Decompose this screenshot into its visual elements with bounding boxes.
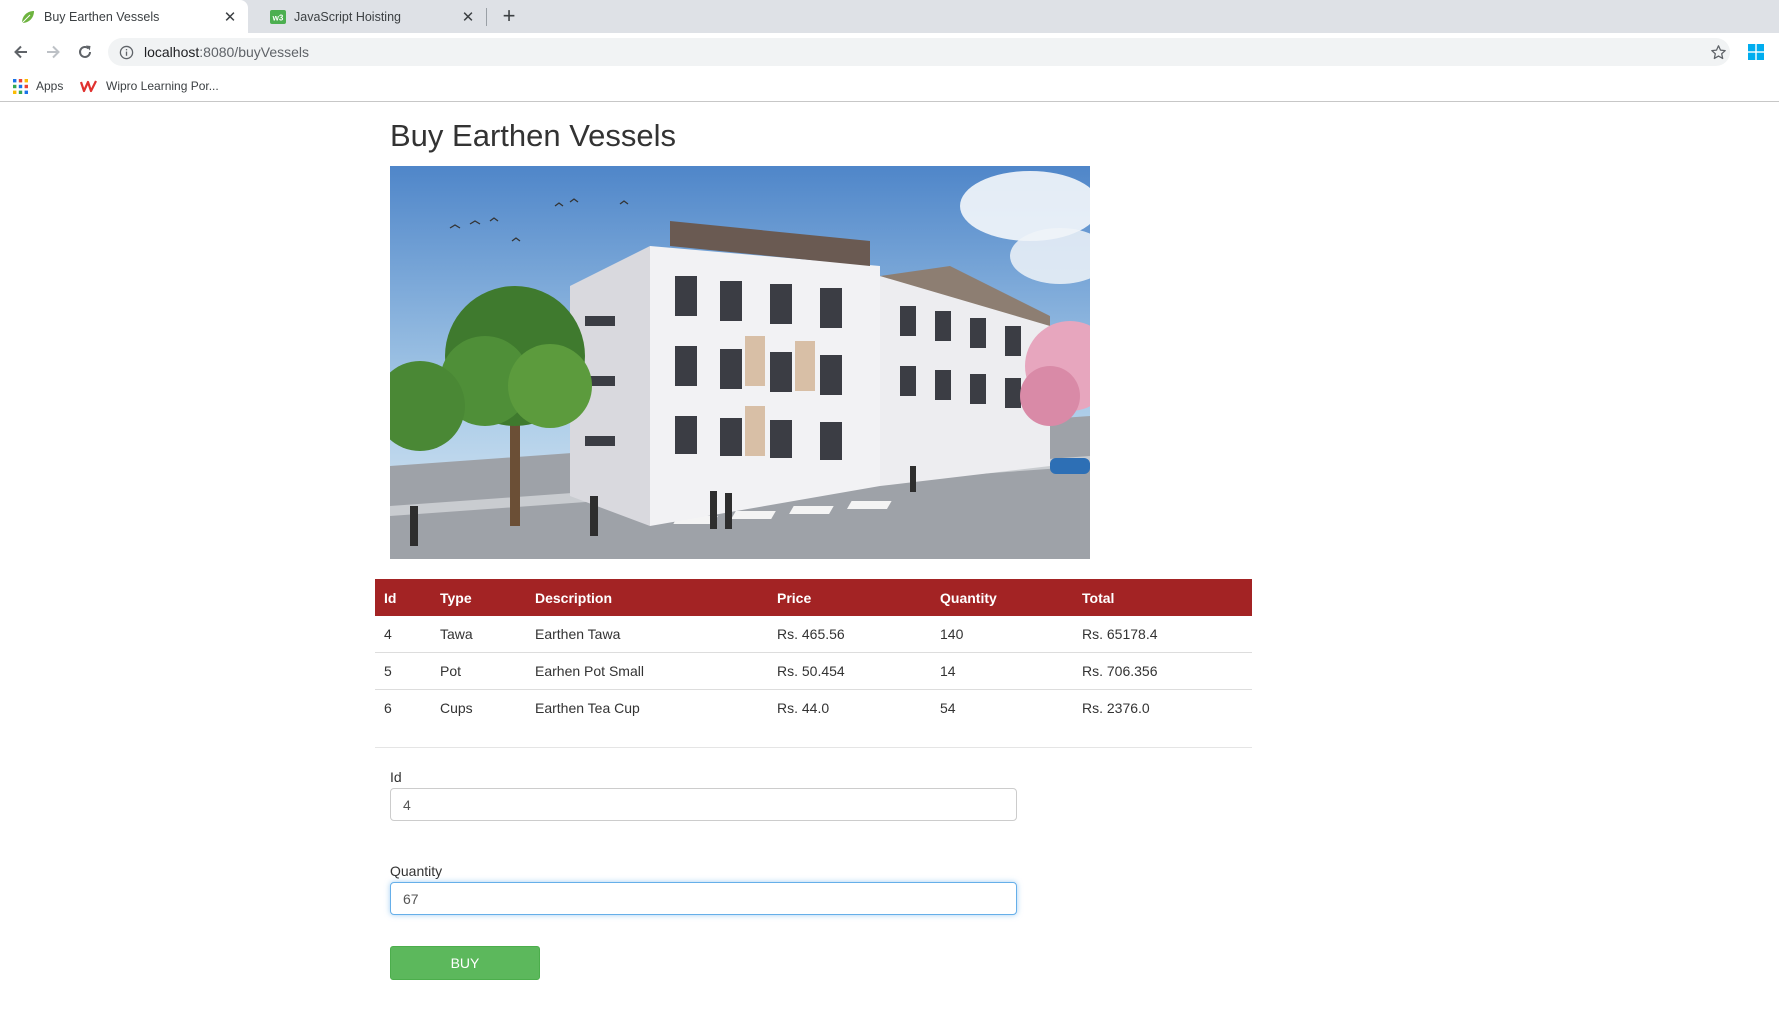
buy-button[interactable]: BUY — [390, 946, 540, 980]
cell-description: Earthen Tawa — [526, 616, 768, 653]
cell-quantity: 140 — [931, 616, 1073, 653]
table-row: 6 Cups Earthen Tea Cup Rs. 44.0 54 Rs. 2… — [375, 690, 1252, 727]
column-header: Description — [526, 579, 768, 616]
address-bar[interactable]: localhost:8080/buyVessels — [108, 38, 1730, 66]
quantity-label: Quantity — [390, 863, 443, 879]
column-header: Quantity — [931, 579, 1073, 616]
column-header: Total — [1073, 579, 1252, 616]
cell-total: Rs. 65178.4 — [1073, 616, 1252, 653]
cell-description: Earhen Pot Small — [526, 652, 768, 690]
cell-price: Rs. 44.0 — [777, 700, 830, 716]
cell-id: 6 — [384, 700, 392, 716]
quantity-input[interactable] — [390, 882, 1017, 915]
tab-title: Buy Earthen Vessels — [44, 9, 160, 24]
cell-id: 5 — [375, 652, 431, 690]
apps-grid-icon — [13, 78, 28, 94]
id-input[interactable] — [390, 788, 1017, 821]
reload-icon[interactable] — [74, 41, 96, 63]
id-label: Id — [390, 769, 402, 785]
tab-separator — [486, 8, 487, 26]
tab-strip: Buy Earthen Vessels ✕ w3 JavaScript Hois… — [0, 0, 1779, 33]
browser-toolbar: localhost:8080/buyVessels — [0, 33, 1779, 71]
leaf-icon — [20, 9, 36, 25]
cell-price: Rs. 50.454 — [768, 652, 931, 690]
svg-text:w3: w3 — [272, 13, 284, 22]
new-tab-icon[interactable]: + — [497, 4, 521, 28]
cell-type: Cups — [440, 700, 473, 716]
close-tab-icon[interactable]: ✕ — [460, 9, 476, 26]
url-host: localhost — [144, 44, 200, 60]
forward-icon[interactable] — [42, 41, 64, 63]
bookmark-star-icon[interactable] — [1708, 42, 1728, 62]
cell-quantity: 54 — [940, 700, 956, 716]
bookmark-wipro[interactable]: Wipro Learning Por... — [80, 77, 219, 95]
table-header-row: Id Type Description Price Quantity Total — [375, 579, 1252, 616]
cell-id: 4 — [375, 616, 431, 653]
windows-logo-icon[interactable] — [1748, 44, 1764, 60]
cell-quantity: 14 — [931, 652, 1073, 690]
building-image — [390, 166, 1090, 559]
bookmark-label: Apps — [36, 79, 64, 93]
column-header: Price — [768, 579, 931, 616]
column-header: Id — [375, 579, 431, 616]
tab-title: JavaScript Hoisting — [294, 9, 401, 24]
tab-javascript-hoisting[interactable]: w3 JavaScript Hoisting ✕ — [250, 0, 486, 33]
wipro-icon — [80, 79, 98, 93]
column-header: Type — [431, 579, 526, 616]
bookmark-label: Wipro Learning Por... — [106, 79, 219, 93]
cell-type: Pot — [431, 652, 526, 690]
vessels-table: Id Type Description Price Quantity Total… — [375, 579, 1252, 726]
page-title: Buy Earthen Vessels — [390, 118, 677, 153]
bookmark-apps[interactable]: Apps — [13, 77, 63, 95]
url-path: :8080/buyVessels — [199, 44, 310, 60]
table-row: 5 Pot Earhen Pot Small Rs. 50.454 14 Rs.… — [375, 652, 1252, 690]
cell-total: Rs. 706.356 — [1073, 652, 1252, 690]
bookmarks-bar: Apps Wipro Learning Por... — [0, 71, 1779, 102]
back-icon[interactable] — [10, 41, 32, 63]
cell-price: Rs. 465.56 — [768, 616, 931, 653]
cell-total: Rs. 2376.0 — [1082, 700, 1150, 716]
tab-buy-earthen-vessels[interactable]: Buy Earthen Vessels ✕ — [0, 0, 248, 33]
w3-icon: w3 — [270, 9, 286, 25]
cell-description: Earthen Tea Cup — [535, 700, 640, 716]
table-row: 4 Tawa Earthen Tawa Rs. 465.56 140 Rs. 6… — [375, 616, 1252, 653]
cell-type: Tawa — [431, 616, 526, 653]
close-tab-icon[interactable]: ✕ — [222, 9, 238, 26]
info-icon[interactable] — [118, 44, 134, 60]
divider — [375, 747, 1252, 748]
